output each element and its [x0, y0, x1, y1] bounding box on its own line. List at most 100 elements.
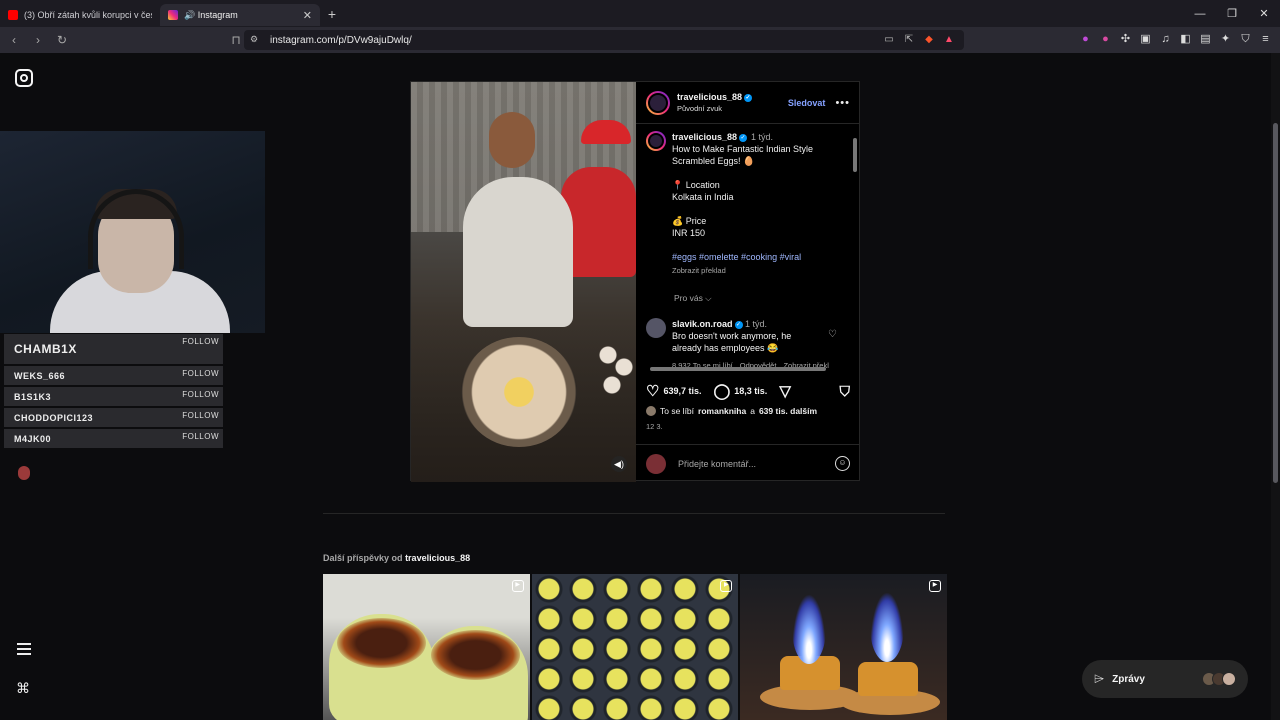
liked-by: To se líbí romankniha a 639 tis. dalším — [646, 406, 817, 416]
comment-like-icon[interactable]: ♡ — [828, 329, 837, 340]
post-date: 12 3. — [646, 422, 663, 431]
more-posts-grid: ▶ ▶ ▶ — [323, 574, 948, 720]
post-actions: ♡ 639,7 tis. ◯ 18,3 tis. ▽ ⛉ — [636, 380, 860, 402]
url-actions: ▭ ⇱ ◆ ▲ — [882, 34, 956, 46]
close-tab-icon[interactable]: ✕ — [303, 9, 312, 22]
emoji-icon[interactable]: ☺ — [835, 456, 850, 471]
comments-count[interactable]: 18,3 tis. — [734, 386, 767, 396]
reel-icon: ▶ — [929, 580, 942, 592]
message-avatars — [1202, 672, 1236, 686]
video-pan — [461, 337, 577, 447]
author-avatar[interactable] — [646, 90, 670, 115]
mute-icon[interactable]: ◀) — [611, 456, 627, 472]
likes-count[interactable]: 639,7 tis. — [663, 386, 701, 396]
page-scrollbar[interactable] — [1271, 53, 1280, 720]
bookmark-icon[interactable]: ⊓ — [226, 33, 246, 47]
comments-scrollbar[interactable] — [852, 128, 858, 368]
wallet-icon[interactable]: ▤ — [1199, 33, 1212, 46]
brave-shield-icon[interactable]: ◆ — [922, 34, 936, 46]
webcam-overlay — [0, 131, 265, 333]
extension-icon[interactable]: ● — [1099, 33, 1112, 46]
back-button[interactable]: ‹ — [4, 33, 24, 47]
messages-icon: ⌲ — [1094, 671, 1105, 686]
reel-icon: ▶ — [511, 580, 524, 592]
caption: travelicious_88 ✓ 1 týd. How to Make Fanta… — [646, 131, 850, 277]
for-you-toggle[interactable]: Pro vás ⌵ — [674, 293, 850, 304]
tab-title: (3) Obří zátah kvůli korupci v českém — [24, 10, 152, 20]
menu-icon[interactable]: ≡ — [1259, 33, 1272, 46]
share-icon[interactable]: ⇱ — [902, 34, 916, 46]
liked-by-user[interactable]: romankniha — [698, 406, 746, 416]
more-posts-heading: Další příspěvky od travelicious_88 — [323, 553, 471, 563]
price-value: INR 150 — [672, 228, 706, 238]
author-info: travelicious_88 ✓ Původní zvuk — [677, 92, 788, 113]
more-menu-icon[interactable] — [17, 643, 31, 655]
post-video[interactable]: ◀) — [411, 82, 636, 482]
audio-label[interactable]: Původní zvuk — [677, 104, 788, 113]
see-translation-link[interactable]: Zobrazit překlad — [672, 265, 842, 277]
minimize-button[interactable]: — — [1184, 8, 1216, 20]
cast-icon[interactable]: ▭ — [882, 34, 896, 46]
brave-rewards-icon[interactable]: ▲ — [942, 34, 956, 46]
vpn-icon[interactable]: ⛉ — [1239, 33, 1252, 46]
post-thumbnail[interactable]: ▶ — [740, 574, 948, 720]
ai-icon[interactable]: ✦ — [1219, 33, 1232, 46]
comment-item: slavik.on.road ✓ 1 týd. Bro doesn't work … — [646, 318, 850, 371]
commenter-avatar[interactable] — [646, 318, 666, 338]
puzzle-icon[interactable]: ✣ — [1119, 33, 1132, 46]
hashtags[interactable]: #eggs #omelette #cooking #viral — [672, 251, 842, 263]
extension-icons: ● ● ✣ ▣ ♫ ◧ ▤ ✦ ⛉ ≡ — [1079, 33, 1272, 46]
caption-avatar[interactable] — [646, 131, 666, 151]
tab-bar: (3) Obří zátah kvůli korupci v českém 🔊 … — [0, 0, 1280, 27]
new-tab-button[interactable]: + — [320, 6, 344, 22]
post-header: travelicious_88 ✓ Původní zvuk Sledovat •… — [636, 82, 860, 124]
messages-button[interactable]: ⌲ Zprávy — [1082, 660, 1248, 698]
messages-label: Zprávy — [1112, 673, 1145, 685]
post-thumbnail[interactable]: ▶ — [323, 574, 530, 720]
author-name[interactable]: travelicious_88 — [677, 92, 742, 102]
tab-title: 🔊 Instagram — [184, 9, 238, 20]
liked-by-others[interactable]: 639 tis. dalším — [759, 406, 817, 416]
comment-time: 1 týd. — [745, 319, 768, 329]
tab-instagram[interactable]: 🔊 Instagram ✕ — [160, 4, 320, 26]
nav-bar: ‹ › ↻ ⊓ ⚙ instagram.com/p/DVw9ajuDwlq/ ▭… — [0, 27, 1280, 53]
comment-input[interactable]: Přidejte komentář... — [678, 459, 835, 469]
own-avatar — [646, 453, 666, 474]
restore-button[interactable]: ❐ — [1216, 7, 1248, 20]
screenshot-icon[interactable]: ▣ — [1139, 33, 1152, 46]
instagram-icon — [168, 10, 178, 20]
close-window-button[interactable]: ✕ — [1248, 7, 1280, 20]
scrollbar-thumb[interactable] — [1273, 123, 1278, 483]
verified-icon: ✓ — [744, 93, 753, 102]
music-icon[interactable]: ♫ — [1159, 33, 1172, 46]
extension-icon[interactable]: ● — [1079, 33, 1092, 46]
sidebar-icon[interactable]: ◧ — [1179, 33, 1192, 46]
post-thumbnail[interactable]: ▶ — [531, 574, 739, 720]
location-label: 📍 Location — [672, 180, 720, 190]
like-icon[interactable]: ♡ — [646, 382, 659, 400]
more-options-icon[interactable]: ••• — [835, 97, 850, 109]
follow-button[interactable]: Sledovat — [788, 98, 826, 108]
video-eggs — [596, 337, 636, 397]
save-icon[interactable]: ⛉ — [840, 383, 851, 400]
commenter-name[interactable]: slavik.on.road — [672, 319, 733, 329]
site-info-icon[interactable]: ⚙ — [250, 34, 258, 45]
caption-author[interactable]: travelicious_88 — [672, 132, 737, 142]
reload-button[interactable]: ↻ — [52, 33, 72, 47]
price-label: 💰 Price — [672, 216, 707, 226]
address-bar[interactable]: ⚙ instagram.com/p/DVw9ajuDwlq/ ▭ ⇱ ◆ ▲ — [244, 30, 964, 50]
url-text: instagram.com/p/DVw9ajuDwlq/ — [270, 34, 412, 46]
verified-icon: ✓ — [739, 133, 748, 142]
forward-button[interactable]: › — [28, 33, 48, 47]
instagram-logo-icon[interactable] — [15, 69, 33, 87]
comment-icon[interactable]: ◯ — [713, 382, 730, 400]
share-icon[interactable]: ▽ — [779, 382, 791, 400]
follow-alert: CHODDOPICI123 FOLLOW — [4, 408, 223, 427]
profile-avatar[interactable] — [18, 466, 30, 480]
tab-youtube[interactable]: (3) Obří zátah kvůli korupci v českém — [0, 4, 160, 26]
video-face — [489, 112, 535, 168]
comments-hscrollbar[interactable] — [646, 366, 852, 372]
also-from-meta-icon[interactable]: ⌘ — [16, 680, 32, 696]
more-posts-author[interactable]: travelicious_88 — [405, 553, 470, 563]
add-comment-bar: Přidejte komentář... ☺ — [636, 444, 860, 482]
